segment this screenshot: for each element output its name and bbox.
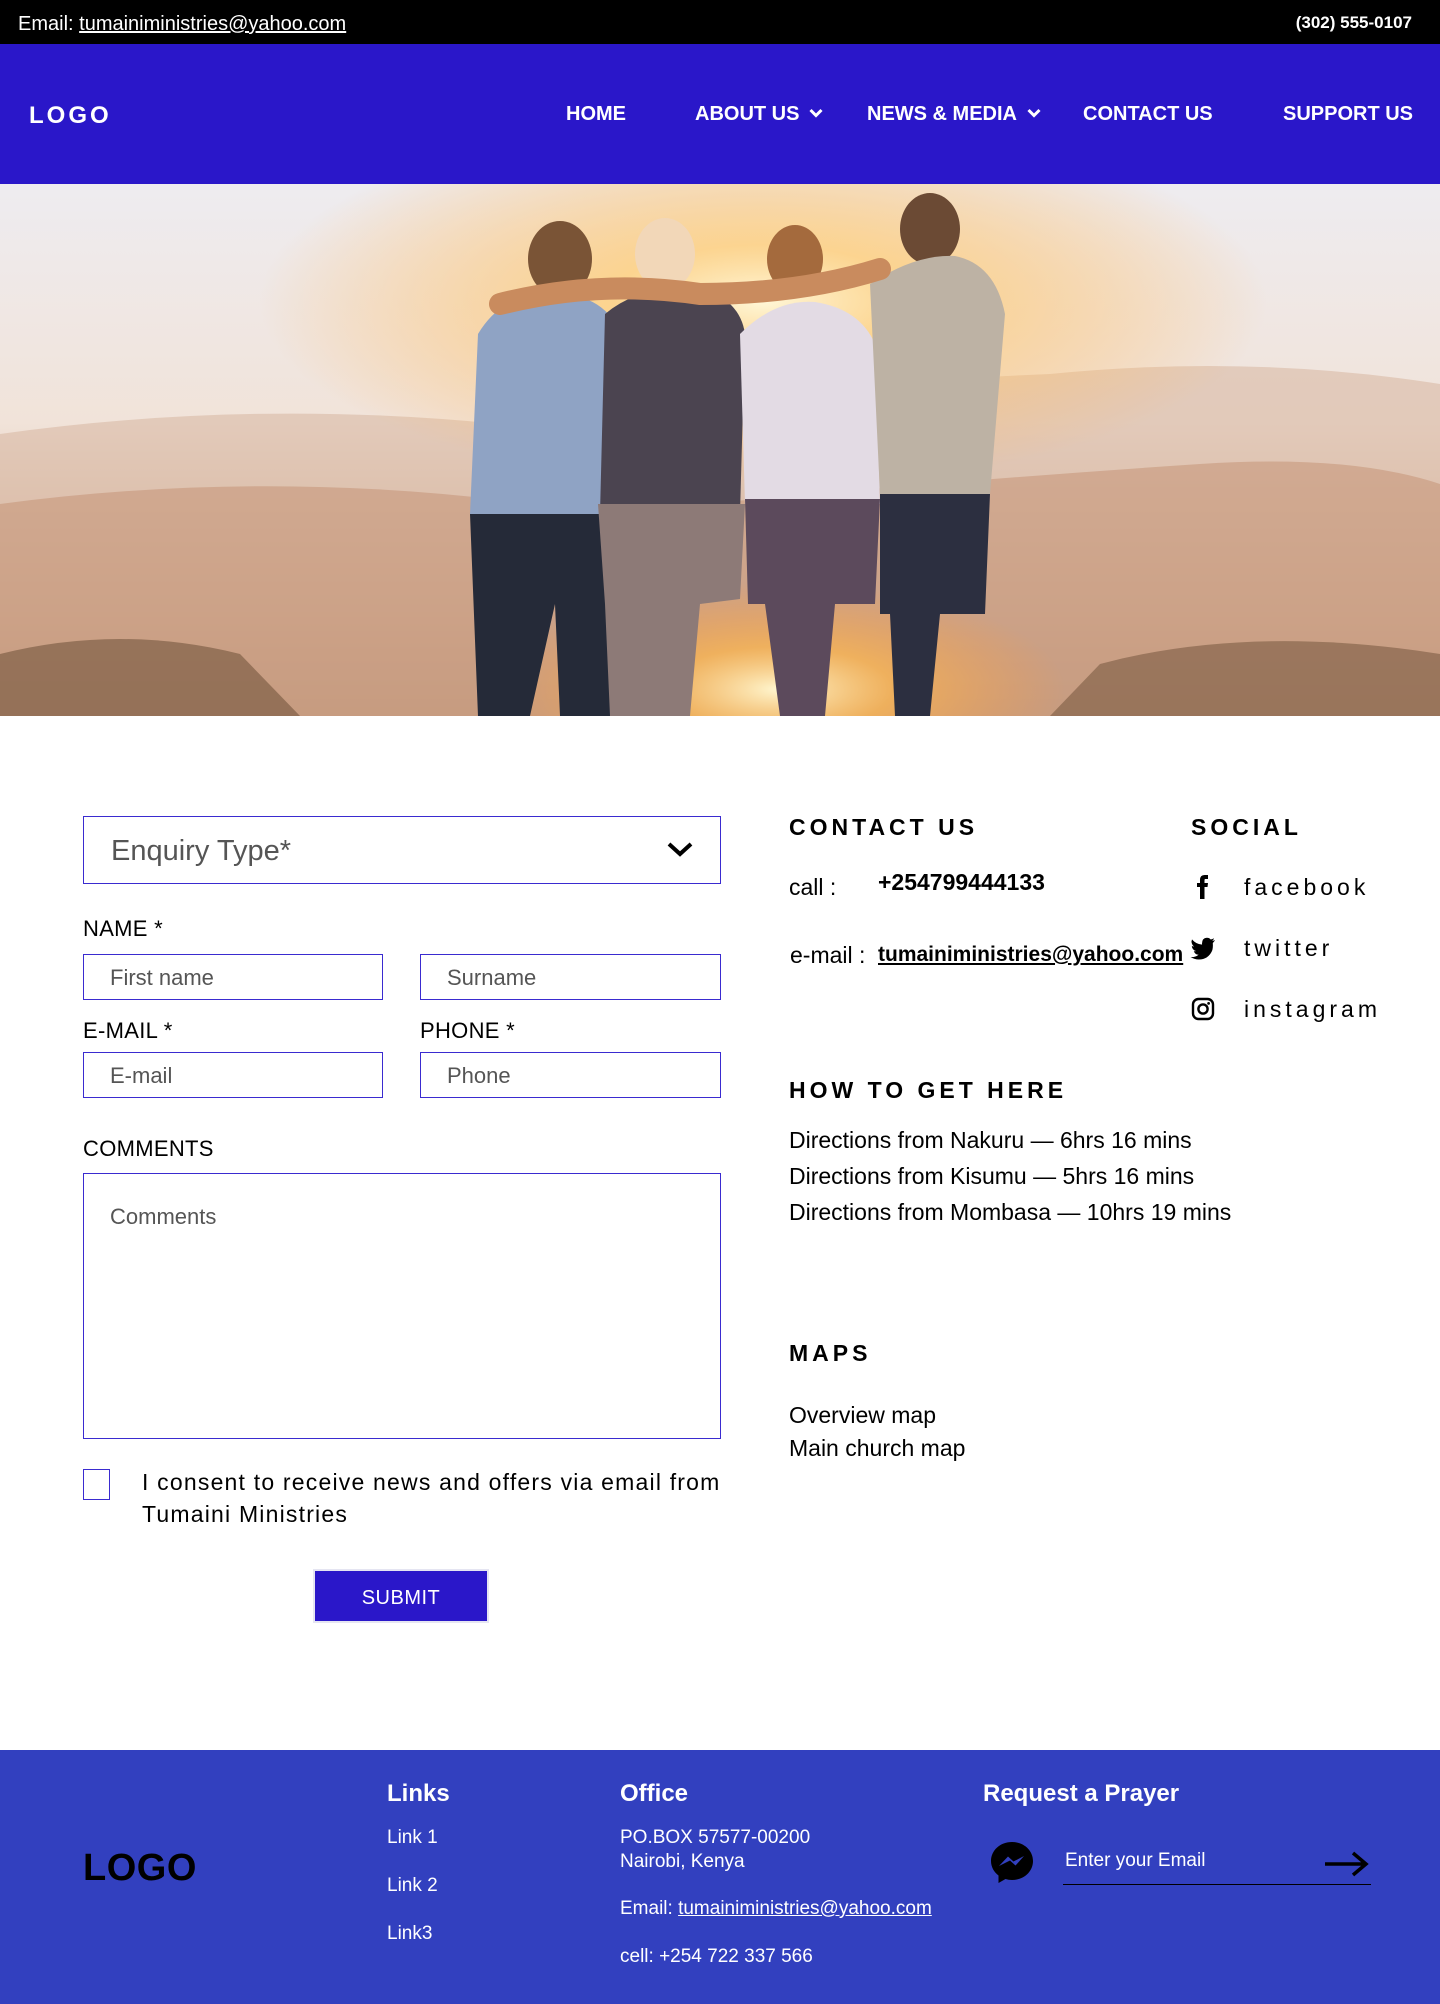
footer-office-heading: Office <box>620 1780 689 1807</box>
submit-button[interactable]: SUBMIT <box>313 1569 489 1623</box>
topbar-email-link[interactable]: tumainiministries@yahoo.com <box>79 13 346 35</box>
footer-links-heading: Links <box>387 1780 450 1807</box>
nav-item-about-us[interactable]: ABOUT US <box>695 103 824 126</box>
map-link-overview[interactable]: Overview map <box>789 1402 936 1429</box>
how-to-get-here-heading: HOW TO GET HERE <box>789 1077 1068 1103</box>
footer-link[interactable]: Link 2 <box>387 1875 438 1897</box>
first-name-placeholder: First name <box>110 965 214 990</box>
contact-us-heading: CONTACT US <box>789 814 979 840</box>
nav-item-label: NEWS & MEDIA <box>867 103 1017 125</box>
name-label: NAME * <box>83 916 164 941</box>
footer-address-line1: PO.BOX 57577-00200 <box>620 1827 811 1848</box>
footer-prayer-heading: Request a Prayer <box>983 1780 1180 1807</box>
top-bar: Email: tumainiministries@yahoo.com (302)… <box>0 0 1440 44</box>
messenger-icon[interactable] <box>988 1839 1036 1885</box>
comments-label: COMMENTS <box>83 1136 214 1161</box>
main-nav: LOGO HOME ABOUT US NEWS & MEDIA CONTACT … <box>0 44 1440 184</box>
email-label: E-MAIL * <box>83 1018 173 1043</box>
first-name-field[interactable]: First name <box>83 954 383 1000</box>
directions-item[interactable]: Directions from Mombasa — 10hrs 19 mins <box>789 1199 1231 1226</box>
consent-text: I consent to receive news and offers via… <box>142 1469 721 1527</box>
enquiry-type-select[interactable]: Enquiry Type* <box>83 816 721 884</box>
call-number[interactable]: +254799444133 <box>878 869 1045 896</box>
enquiry-type-placeholder: Enquiry Type* <box>111 835 292 867</box>
nav-item-label: ABOUT US <box>695 103 800 125</box>
nav-item-home[interactable]: HOME <box>566 103 626 126</box>
footer-cell: cell: +254 722 337 566 <box>620 1946 813 1967</box>
topbar-phone: (302) 555-0107 <box>1295 13 1412 32</box>
social-item-name: instagram <box>1244 996 1381 1022</box>
social-item-name: facebook <box>1244 874 1370 900</box>
contact-email-label: e-mail : <box>790 942 866 968</box>
nav-item-label: SUPPORT US <box>1283 103 1414 125</box>
arrow-right-icon[interactable] <box>1323 1847 1371 1881</box>
instagram-icon <box>1191 997 1215 1021</box>
chevron-down-icon <box>809 108 824 118</box>
contact-email-link[interactable]: tumainiministries@yahoo.com <box>878 943 1183 967</box>
maps-heading: MAPS <box>789 1340 872 1366</box>
chevron-down-icon <box>1027 108 1041 118</box>
nav-item-label: CONTACT US <box>1083 103 1213 125</box>
surname-placeholder: Surname <box>447 965 537 990</box>
map-link-main-church[interactable]: Main church map <box>789 1435 965 1462</box>
prayer-email-placeholder: Enter your Email <box>1065 1850 1206 1871</box>
footer-email-label: Email: <box>620 1898 673 1919</box>
phone-label: PHONE * <box>420 1018 516 1043</box>
consent-checkbox[interactable] <box>83 1469 110 1500</box>
facebook-icon <box>1197 875 1208 899</box>
nav-logo[interactable]: LOGO <box>29 102 112 130</box>
footer-link[interactable]: Link3 <box>387 1923 432 1945</box>
nav-item-label: HOME <box>566 103 626 125</box>
prayer-email-input[interactable]: Enter your Email <box>1063 1847 1371 1885</box>
footer-email: Email: tumainiministries@yahoo.com <box>620 1898 932 1920</box>
chevron-down-icon <box>667 842 693 857</box>
social-item-name: twitter <box>1244 935 1334 961</box>
nav-item-contact-us[interactable]: CONTACT US <box>1083 103 1213 126</box>
surname-field[interactable]: Surname <box>420 954 721 1000</box>
footer-email-link[interactable]: tumainiministries@yahoo.com <box>678 1898 932 1919</box>
directions-item[interactable]: Directions from Kisumu — 5hrs 16 mins <box>789 1163 1194 1190</box>
email-placeholder: E-mail <box>110 1063 173 1088</box>
nav-item-news-media[interactable]: NEWS & MEDIA <box>867 103 1041 126</box>
footer-link[interactable]: Link 1 <box>387 1827 438 1849</box>
topbar-email: Email: tumainiministries@yahoo.com <box>18 13 346 36</box>
call-label: call : <box>789 874 837 900</box>
footer: LOGO Links Link 1 Link 2 Link3 Office PO… <box>0 1750 1440 2004</box>
social-heading: SOCIAL <box>1191 814 1302 840</box>
footer-address-line2: Nairobi, Kenya <box>620 1851 745 1872</box>
phone-field[interactable]: Phone <box>420 1052 721 1098</box>
footer-logo[interactable]: LOGO <box>83 1847 197 1890</box>
comments-textarea[interactable]: Comments <box>83 1173 721 1439</box>
email-field[interactable]: E-mail <box>83 1052 383 1098</box>
hero-image <box>0 184 1440 716</box>
hero-photo-friends-sunset <box>0 184 1440 716</box>
directions-item[interactable]: Directions from Nakuru — 6hrs 16 mins <box>789 1127 1192 1154</box>
comments-placeholder: Comments <box>110 1204 217 1229</box>
topbar-email-label: Email: <box>18 13 74 35</box>
twitter-icon <box>1190 937 1215 960</box>
phone-placeholder: Phone <box>447 1063 511 1088</box>
nav-item-support-us[interactable]: SUPPORT US <box>1283 103 1413 126</box>
